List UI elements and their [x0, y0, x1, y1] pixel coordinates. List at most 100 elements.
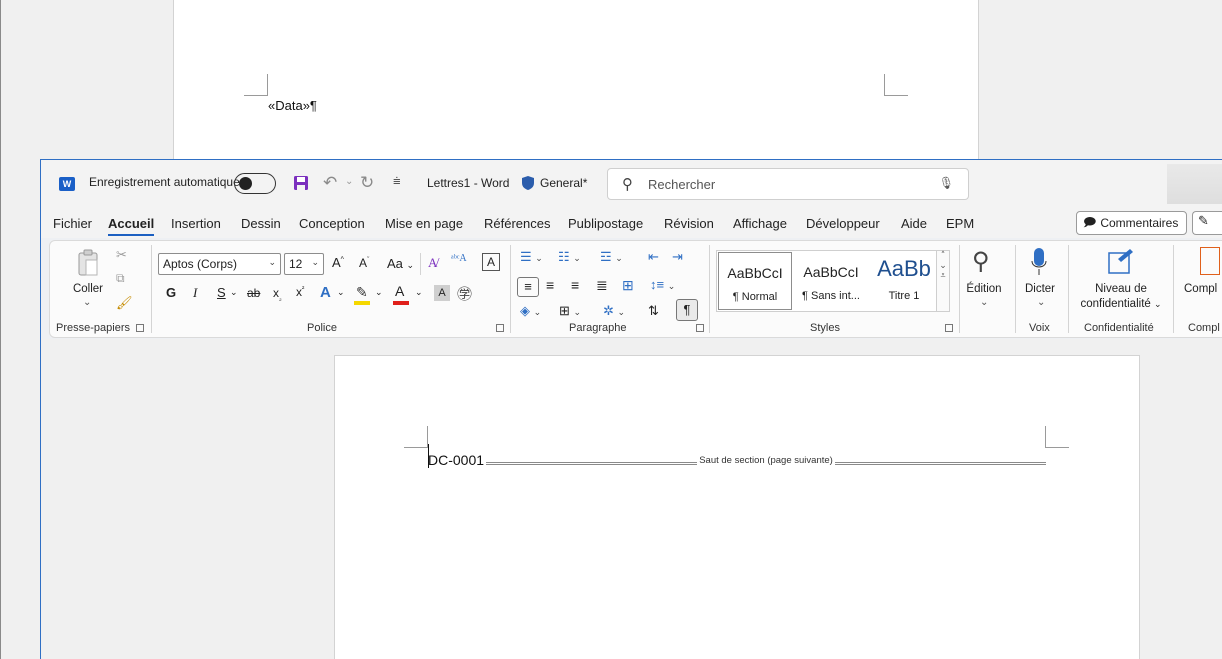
chevron-down-icon[interactable]: ⌄: [980, 297, 988, 308]
chevron-down-icon[interactable]: ⌄: [230, 287, 238, 298]
sensitivity-icon[interactable]: [1108, 247, 1134, 280]
style-normal[interactable]: AaBbCcI ¶ Normal: [718, 252, 792, 310]
font-color-icon[interactable]: A: [395, 283, 404, 299]
phonetic-guide-icon[interactable]: ᵃᵇᶜA: [451, 253, 467, 264]
comments-button[interactable]: 🗩 Commentaires: [1076, 211, 1187, 235]
editing-label[interactable]: Édition: [960, 283, 1008, 295]
customize-toolbar-icon[interactable]: ⩧: [393, 174, 401, 189]
save-icon[interactable]: [293, 175, 309, 191]
style-no-spacing[interactable]: AaBbCcI ¶ Sans int...: [794, 252, 868, 310]
tab-conception[interactable]: Conception: [299, 216, 365, 231]
privacy-label-1[interactable]: Niveau de: [1076, 283, 1166, 295]
char-shading-icon[interactable]: A: [434, 285, 450, 301]
style-heading-1[interactable]: AaBb Titre 1: [867, 252, 941, 310]
multilevel-list-icon[interactable]: ☲ ⌄: [600, 249, 623, 265]
microphone-icon[interactable]: [1031, 247, 1047, 282]
undo-dropdown-icon[interactable]: ⌄: [345, 176, 353, 187]
paragraph-launcher-icon[interactable]: [696, 324, 704, 332]
search-icon[interactable]: ⚲: [972, 247, 990, 276]
superscript-button[interactable]: x²: [296, 285, 304, 299]
bold-button[interactable]: G: [166, 285, 176, 300]
tab-revision[interactable]: Révision: [664, 216, 714, 231]
tab-publipostage[interactable]: Publipostage: [568, 216, 643, 231]
chevron-down-icon: ⌄: [311, 257, 319, 267]
bullets-icon[interactable]: ☰ ⌄: [520, 249, 543, 265]
sort-icon[interactable]: ⇅: [648, 303, 659, 319]
paste-dropdown-icon[interactable]: ⌄: [83, 297, 91, 308]
show-marks-icon[interactable]: ¶: [676, 299, 698, 321]
section-break-label: Saut de section (page suivante): [699, 454, 833, 466]
char-border-icon[interactable]: A: [482, 253, 500, 271]
sensitivity-label[interactable]: General*: [540, 176, 587, 190]
tab-developpeur[interactable]: Développeur: [806, 216, 880, 231]
tab-insertion[interactable]: Insertion: [171, 216, 221, 231]
increase-indent-icon[interactable]: ⇥: [672, 249, 683, 265]
decrease-indent-icon[interactable]: ⇤: [648, 249, 659, 265]
clipboard-launcher-icon[interactable]: [136, 324, 144, 332]
enclose-char-icon[interactable]: ㊫: [457, 283, 472, 304]
separator: [1068, 245, 1069, 333]
chevron-down-icon[interactable]: ⌄: [337, 287, 345, 298]
format-painter-icon[interactable]: 🖌: [116, 295, 133, 311]
shading-icon[interactable]: ◈ ⌄: [520, 303, 541, 319]
highlight-icon[interactable]: ✎: [356, 284, 368, 301]
copy-icon[interactable]: ⧉: [116, 271, 125, 286]
search-box[interactable]: ⚲ Rechercher 🎙: [607, 168, 969, 200]
document-page[interactable]: DC-0001 Saut de section (page suivante): [334, 355, 1140, 659]
chevron-down-icon[interactable]: ⌄: [1037, 297, 1045, 308]
dictate-label[interactable]: Dicter: [1018, 283, 1062, 295]
styles-launcher-icon[interactable]: [945, 324, 953, 332]
microphone-icon[interactable]: 🎙: [939, 176, 954, 190]
autosave-toggle[interactable]: [234, 173, 276, 194]
tab-accueil[interactable]: Accueil: [108, 216, 155, 236]
strikethrough-button[interactable]: ab: [247, 286, 260, 300]
align-right-icon[interactable]: ≡: [571, 277, 579, 293]
font-launcher-icon[interactable]: [496, 324, 504, 332]
editing-mode-button[interactable]: ✎: [1192, 211, 1222, 235]
paste-icon[interactable]: [77, 249, 99, 277]
tab-fichier[interactable]: Fichier: [53, 216, 92, 231]
background-document-page[interactable]: [173, 0, 979, 175]
grow-font-icon[interactable]: A^: [332, 255, 344, 270]
font-size-combo[interactable]: 12 ⌄: [284, 253, 324, 275]
tab-references[interactable]: Références: [484, 216, 550, 231]
borders-icon[interactable]: ⊞ ⌄: [559, 303, 581, 319]
tab-affichage[interactable]: Affichage: [733, 216, 787, 231]
subscript-button[interactable]: x₂: [273, 286, 282, 302]
tab-dessin[interactable]: Dessin: [241, 216, 281, 231]
paste-label[interactable]: Coller: [67, 283, 109, 295]
comment-icon: 🗩: [1083, 214, 1097, 229]
numbering-icon[interactable]: ☷ ⌄: [558, 249, 581, 265]
document-text[interactable]: DC-0001: [428, 452, 484, 468]
chevron-down-icon[interactable]: ⌄: [415, 287, 423, 298]
change-case-button[interactable]: Aa ⌄: [387, 256, 414, 271]
justify-icon[interactable]: ≣: [596, 277, 608, 294]
addins-label[interactable]: Compl: [1184, 283, 1222, 295]
cut-icon[interactable]: ✂: [116, 247, 127, 263]
tab-aide[interactable]: Aide: [901, 216, 927, 231]
distributed-icon[interactable]: ⊞: [622, 277, 634, 294]
font-name-combo[interactable]: Aptos (Corps) ⌄: [158, 253, 281, 275]
underline-button[interactable]: S: [217, 285, 226, 300]
redo-icon[interactable]: ↻: [360, 173, 374, 193]
account-avatar[interactable]: [1167, 164, 1222, 204]
separator: [510, 245, 511, 333]
document-line[interactable]: DC-0001 Saut de section (page suivante): [428, 451, 1048, 469]
styles-scrollbar[interactable]: ˄ ⌄ ⩡: [936, 250, 950, 312]
shrink-font-icon[interactable]: Aˇ: [359, 256, 369, 270]
tab-mise-en-page[interactable]: Mise en page: [385, 216, 463, 231]
tab-epm[interactable]: EPM: [946, 216, 974, 231]
addins-icon[interactable]: [1200, 247, 1220, 275]
chevron-down-icon[interactable]: ⌄: [375, 287, 383, 298]
privacy-label-2[interactable]: confidentialité ⌄: [1076, 298, 1166, 310]
align-left-icon[interactable]: ≡: [517, 277, 539, 297]
align-center-icon[interactable]: ≡: [546, 277, 554, 293]
italic-button[interactable]: I: [193, 285, 197, 301]
undo-icon[interactable]: ↶: [323, 173, 337, 193]
text-effects-icon[interactable]: A: [320, 284, 331, 301]
line-spacing-icon[interactable]: ↕≡ ⌄: [650, 277, 675, 292]
shield-icon[interactable]: [521, 175, 535, 191]
asian-layout-icon[interactable]: ✲ ⌄: [603, 303, 625, 319]
pencil-icon: ✎: [1198, 214, 1209, 229]
clear-format-icon[interactable]: A̸: [428, 255, 437, 271]
